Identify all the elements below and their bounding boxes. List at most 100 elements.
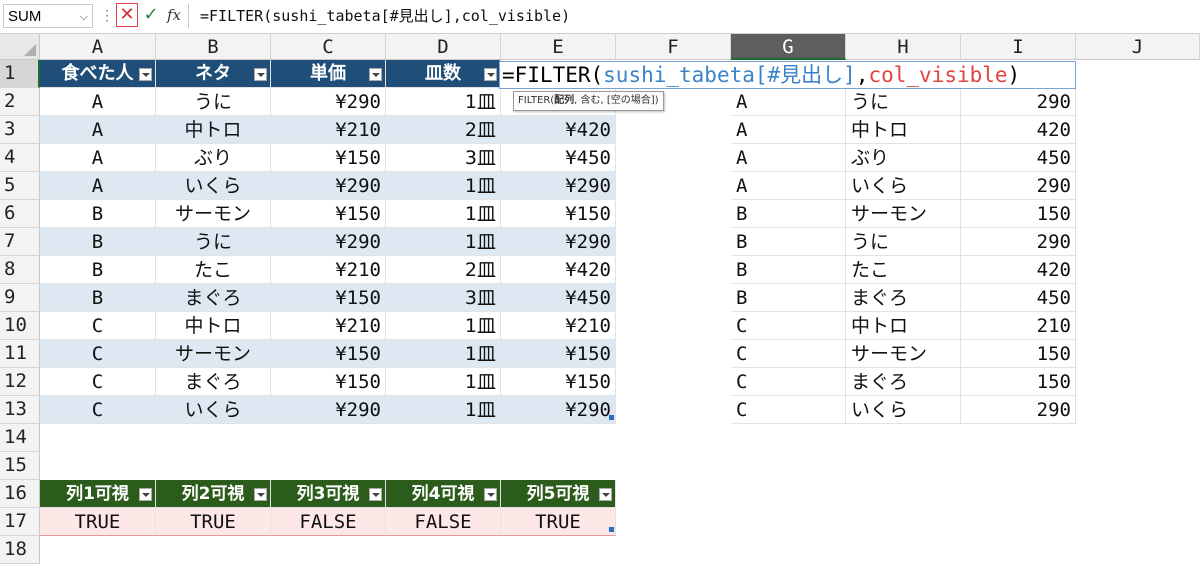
table-cell[interactable]: ¥420 bbox=[501, 116, 616, 144]
filter-dropdown-button[interactable] bbox=[369, 488, 382, 501]
table-cell[interactable]: A bbox=[40, 116, 156, 144]
spill-cell[interactable]: A bbox=[731, 144, 846, 172]
table-cell[interactable]: ¥210 bbox=[271, 116, 386, 144]
table-cell[interactable]: ¥150 bbox=[271, 200, 386, 228]
table-cell[interactable]: A bbox=[40, 88, 156, 116]
table-resize-handle[interactable] bbox=[609, 527, 614, 532]
column-header-g[interactable]: G bbox=[731, 34, 846, 60]
formula-input[interactable]: =FILTER(sushi_tabeta[#見出し],col_visible) bbox=[200, 4, 570, 28]
spill-cell[interactable]: うに bbox=[846, 88, 961, 116]
row-header-8[interactable]: 8 bbox=[0, 256, 40, 284]
table-cell[interactable]: いくら bbox=[156, 396, 271, 424]
row-header-14[interactable]: 14 bbox=[0, 424, 40, 452]
insert-function-icon[interactable]: fx bbox=[163, 3, 185, 27]
row-header-6[interactable]: 6 bbox=[0, 200, 40, 228]
spill-cell[interactable]: 290 bbox=[961, 396, 1076, 424]
visibility-value-cell[interactable]: TRUE bbox=[40, 508, 156, 536]
filter-dropdown-button[interactable] bbox=[484, 68, 497, 81]
table-cell[interactable]: 1皿 bbox=[386, 228, 501, 256]
row-header-12[interactable]: 12 bbox=[0, 368, 40, 396]
spill-cell[interactable]: 中トロ bbox=[846, 312, 961, 340]
table-cell[interactable]: ¥290 bbox=[271, 228, 386, 256]
spill-cell[interactable]: C bbox=[731, 396, 846, 424]
column-header-e[interactable]: E bbox=[501, 34, 616, 60]
row-header-5[interactable]: 5 bbox=[0, 172, 40, 200]
spill-cell[interactable]: たこ bbox=[846, 256, 961, 284]
table-cell[interactable]: 1皿 bbox=[386, 172, 501, 200]
table-header-cell[interactable]: 単価 bbox=[271, 60, 386, 88]
chevron-down-icon[interactable]: ⌵ bbox=[80, 5, 88, 29]
table-cell[interactable]: ¥290 bbox=[501, 172, 616, 200]
table-cell[interactable]: B bbox=[40, 256, 156, 284]
cancel-button[interactable]: ✕ bbox=[116, 3, 138, 27]
spill-cell[interactable]: 290 bbox=[961, 172, 1076, 200]
column-header-d[interactable]: D bbox=[386, 34, 501, 60]
table-cell[interactable]: ¥210 bbox=[501, 312, 616, 340]
table-cell[interactable]: まぐろ bbox=[156, 368, 271, 396]
column-header-f[interactable]: F bbox=[616, 34, 731, 60]
table-cell[interactable]: C bbox=[40, 312, 156, 340]
visibility-value-cell[interactable]: FALSE bbox=[271, 508, 386, 536]
table-cell[interactable]: C bbox=[40, 396, 156, 424]
table-cell[interactable]: ¥450 bbox=[501, 144, 616, 172]
column-header-i[interactable]: I bbox=[961, 34, 1076, 60]
column-header-b[interactable]: B bbox=[156, 34, 271, 60]
table-cell[interactable]: ¥290 bbox=[501, 396, 616, 424]
filter-dropdown-button[interactable] bbox=[139, 488, 152, 501]
name-box[interactable]: SUM ⌵ bbox=[3, 4, 93, 28]
table-cell[interactable]: ¥150 bbox=[271, 144, 386, 172]
visibility-header-cell[interactable]: 列5可視 bbox=[501, 480, 616, 508]
table-cell[interactable]: A bbox=[40, 144, 156, 172]
table-cell[interactable]: 1皿 bbox=[386, 368, 501, 396]
column-header-j[interactable]: J bbox=[1076, 34, 1200, 60]
table-resize-handle[interactable] bbox=[609, 415, 614, 420]
spill-cell[interactable]: A bbox=[731, 172, 846, 200]
row-header-18[interactable]: 18 bbox=[0, 536, 40, 564]
table-cell[interactable]: サーモン bbox=[156, 340, 271, 368]
table-cell[interactable]: ¥150 bbox=[271, 284, 386, 312]
row-header-7[interactable]: 7 bbox=[0, 228, 40, 256]
row-header-1[interactable]: 1 bbox=[0, 60, 40, 88]
spill-cell[interactable]: B bbox=[731, 284, 846, 312]
table-cell[interactable]: 1皿 bbox=[386, 200, 501, 228]
table-cell[interactable]: 1皿 bbox=[386, 312, 501, 340]
filter-dropdown-button[interactable] bbox=[369, 68, 382, 81]
row-header-15[interactable]: 15 bbox=[0, 452, 40, 480]
table-cell[interactable]: うに bbox=[156, 88, 271, 116]
filter-dropdown-button[interactable] bbox=[254, 488, 267, 501]
column-header-h[interactable]: H bbox=[846, 34, 961, 60]
table-header-cell[interactable]: ネタ bbox=[156, 60, 271, 88]
table-cell[interactable]: ¥210 bbox=[271, 256, 386, 284]
table-cell[interactable]: ¥290 bbox=[271, 172, 386, 200]
spill-cell[interactable]: 150 bbox=[961, 200, 1076, 228]
table-cell[interactable]: いくら bbox=[156, 172, 271, 200]
table-cell[interactable]: 2皿 bbox=[386, 116, 501, 144]
spill-cell[interactable]: サーモン bbox=[846, 340, 961, 368]
spill-cell[interactable]: 150 bbox=[961, 368, 1076, 396]
row-header-4[interactable]: 4 bbox=[0, 144, 40, 172]
spill-cell[interactable]: まぐろ bbox=[846, 284, 961, 312]
table-cell[interactable]: ぶり bbox=[156, 144, 271, 172]
row-header-9[interactable]: 9 bbox=[0, 284, 40, 312]
table-cell[interactable]: B bbox=[40, 284, 156, 312]
visibility-value-cell[interactable]: TRUE bbox=[501, 508, 616, 536]
row-header-16[interactable]: 16 bbox=[0, 480, 40, 508]
spill-cell[interactable]: C bbox=[731, 312, 846, 340]
cell-editor[interactable]: =FILTER(sushi_tabeta[#見出し],col_visible) bbox=[499, 61, 1076, 89]
table-cell[interactable]: ¥290 bbox=[271, 396, 386, 424]
table-cell[interactable]: サーモン bbox=[156, 200, 271, 228]
table-cell[interactable]: ¥450 bbox=[501, 284, 616, 312]
table-cell[interactable]: ¥150 bbox=[271, 340, 386, 368]
spill-cell[interactable]: 中トロ bbox=[846, 116, 961, 144]
spill-cell[interactable]: いくら bbox=[846, 396, 961, 424]
spill-cell[interactable]: うに bbox=[846, 228, 961, 256]
spill-cell[interactable]: A bbox=[731, 88, 846, 116]
table-cell[interactable]: ¥420 bbox=[501, 256, 616, 284]
table-cell[interactable]: ¥150 bbox=[501, 368, 616, 396]
table-cell[interactable]: ¥290 bbox=[501, 228, 616, 256]
filter-dropdown-button[interactable] bbox=[139, 68, 152, 81]
table-cell[interactable]: 3皿 bbox=[386, 284, 501, 312]
spill-cell[interactable]: 420 bbox=[961, 116, 1076, 144]
table-cell[interactable]: ¥290 bbox=[271, 88, 386, 116]
visibility-header-cell[interactable]: 列3可視 bbox=[271, 480, 386, 508]
